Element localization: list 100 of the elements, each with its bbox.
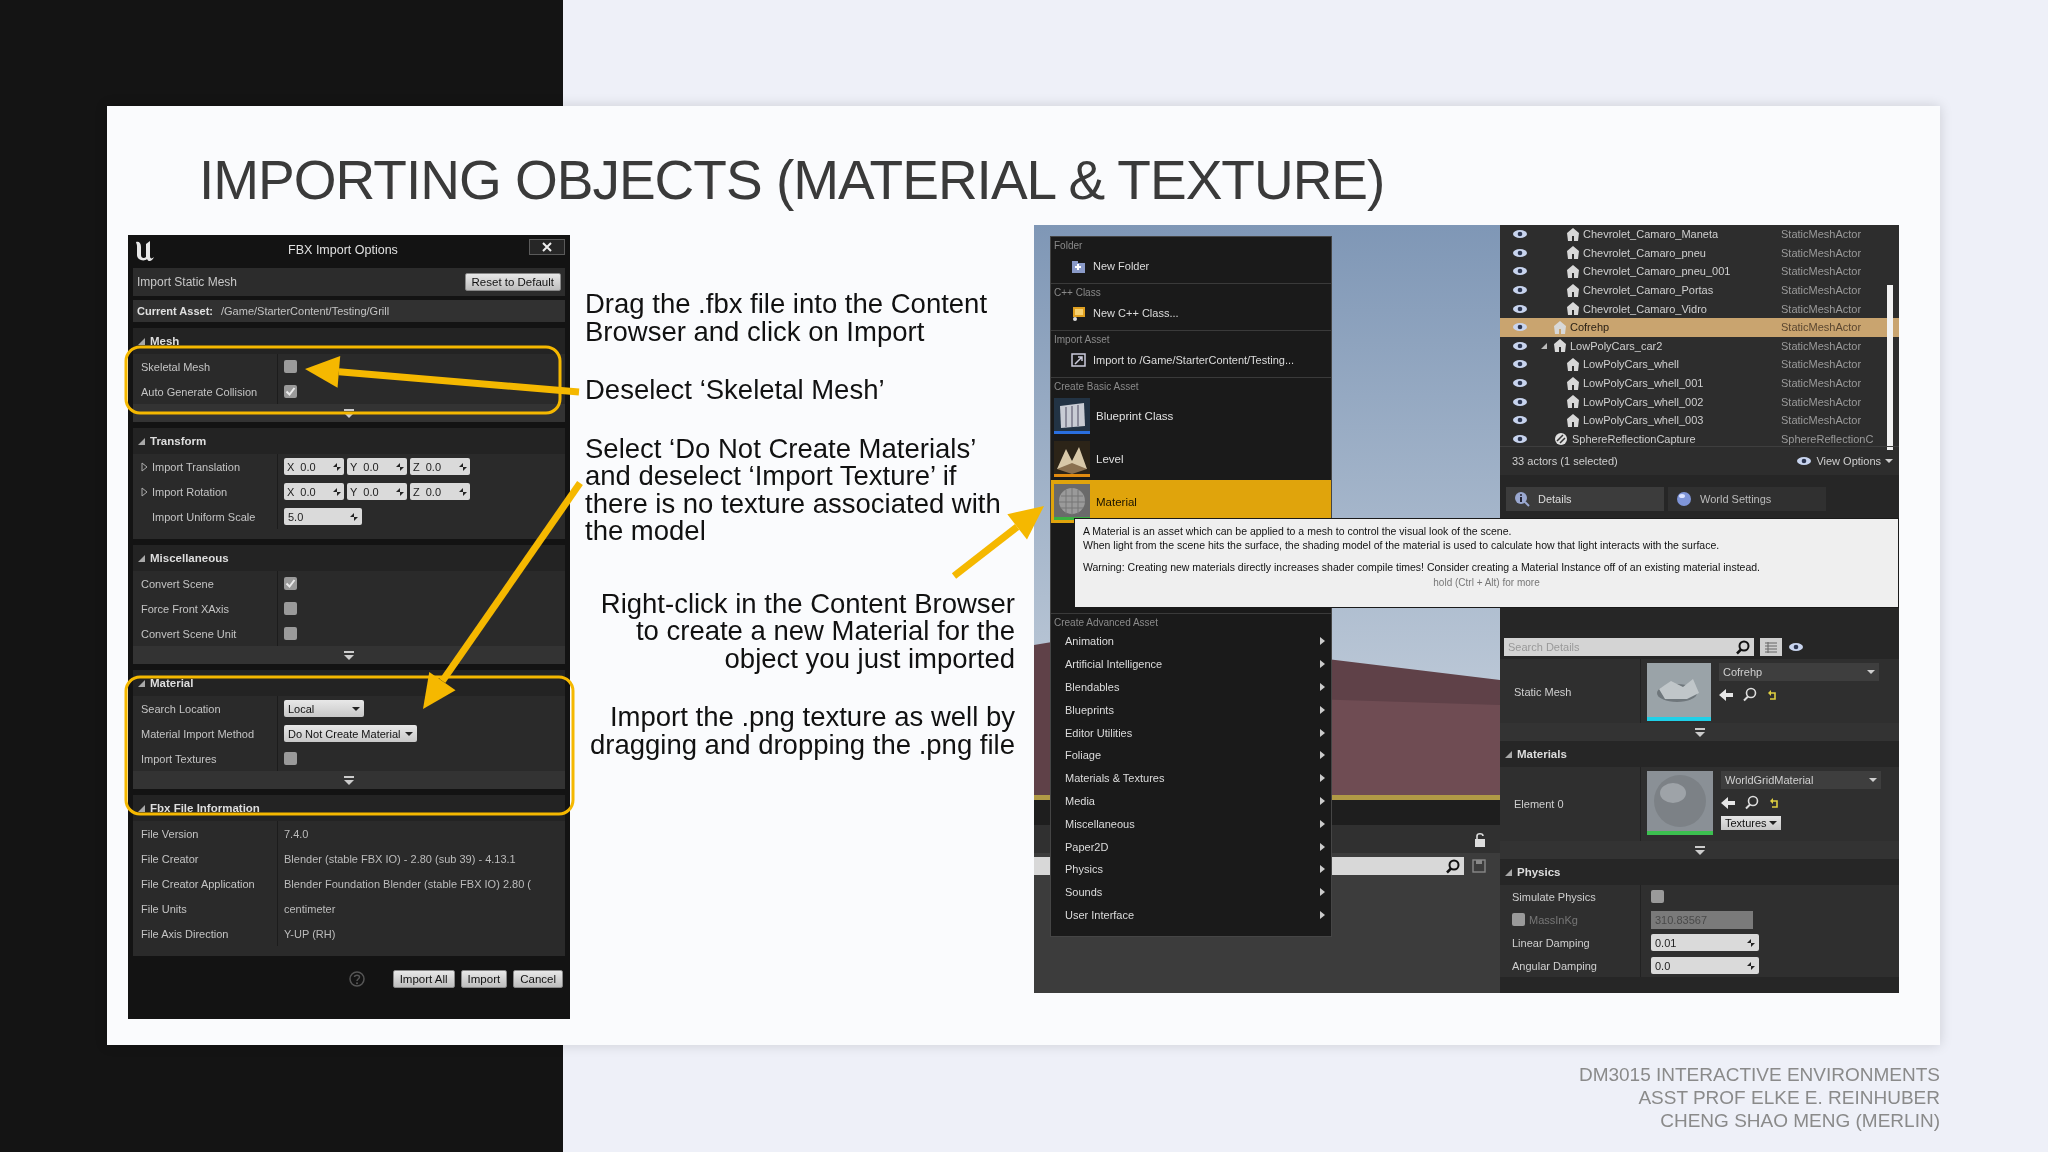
number-field[interactable]: 0.0	[1651, 957, 1759, 974]
number-field[interactable]: Z 0.0	[410, 458, 470, 475]
actor-type: StaticMeshActor	[1781, 395, 1862, 408]
outliner-row[interactable]: Chevrolet_Camaro_Portas StaticMeshActor	[1500, 280, 1899, 300]
menu-item[interactable]: New Folder	[1051, 253, 1331, 279]
dropdown-value: WorldGridMaterial	[1725, 774, 1814, 786]
checkbox[interactable]	[284, 360, 297, 373]
menu-item[interactable]: Physics	[1051, 857, 1331, 881]
dropdown[interactable]: Do Not Create Material	[284, 725, 417, 742]
level-icon	[1054, 440, 1090, 477]
submenu-arrow-icon	[1320, 637, 1325, 646]
submenu-arrow-icon	[1320, 774, 1325, 783]
checkbox[interactable]	[284, 385, 297, 398]
outliner-row[interactable]: LowPolyCars_whell_002 StaticMeshActor	[1500, 392, 1899, 411]
reset-button[interactable]: Reset to Default	[464, 273, 561, 291]
menu-item[interactable]: Sounds	[1051, 880, 1331, 904]
checkbox[interactable]	[284, 602, 297, 615]
checkbox[interactable]	[284, 627, 297, 640]
footer-text: CHENG SHAO MENG (MERLIN)	[1660, 1109, 1940, 1132]
list-view-button[interactable]	[1760, 638, 1782, 656]
caret-icon	[1885, 459, 1893, 463]
search-field[interactable]: Search Details	[1504, 638, 1754, 656]
actor-icon	[1567, 246, 1579, 260]
asset-dropdown[interactable]: WorldGridMaterial	[1721, 771, 1881, 789]
number-field[interactable]: Y 0.0	[347, 483, 407, 500]
outliner-row[interactable]: Chevrolet_Camaro_Maneta StaticMeshActor	[1500, 225, 1899, 244]
menu-item[interactable]: Import to /Game/StarterContent/Testing...	[1051, 347, 1331, 373]
menu-item[interactable]: Editor Utilities	[1051, 721, 1331, 744]
dialog-button[interactable]: Import	[460, 970, 508, 988]
menu-item[interactable]: Blueprint Class	[1051, 394, 1331, 437]
scrollbar[interactable]	[1887, 285, 1893, 450]
tab[interactable]: World Settings	[1668, 487, 1826, 511]
dialog-button[interactable]: Import All	[392, 970, 455, 988]
tab[interactable]: Details	[1506, 487, 1664, 511]
field-value: 5.0	[288, 510, 304, 523]
outliner-row[interactable]: SphereReflectionCapture SphereReflectionC	[1500, 429, 1899, 449]
property-value: centimeter	[284, 902, 336, 915]
dialog-button[interactable]: Cancel	[513, 970, 563, 988]
submenu-arrow-icon	[1320, 796, 1325, 805]
outliner-row[interactable]: LowPolyCars_car2 StaticMeshActor	[1500, 336, 1899, 356]
number-field[interactable]: 5.0	[284, 508, 362, 525]
actor-type: SphereReflectionC	[1781, 432, 1874, 445]
menu-item[interactable]: Blueprints	[1051, 698, 1331, 722]
outliner-row[interactable]: Chevrolet_Camaro_pneu_001 StaticMeshActor	[1500, 262, 1899, 281]
number-field[interactable]: Y 0.0	[347, 458, 407, 475]
outliner-row[interactable]: Chevrolet_Camaro_Vidro StaticMeshActor	[1500, 299, 1899, 318]
checkbox[interactable]	[284, 752, 297, 765]
outliner-row[interactable]: LowPolyCars_whell_001 StaticMeshActor	[1500, 373, 1899, 393]
field-value: 0.0	[363, 485, 380, 498]
annotation-text: Deselect ‘Skeletal Mesh’	[585, 376, 886, 404]
menu-item[interactable]: Foliage	[1051, 744, 1331, 767]
outliner-row[interactable]: LowPolyCars_whell StaticMeshActor	[1500, 355, 1899, 374]
menu-item[interactable]: Paper2D	[1051, 835, 1331, 858]
actor-name: Chevrolet_Camaro_Portas	[1583, 284, 1714, 297]
property-value: Blender Foundation Blender (stable FBX IO) 2.80 (	[284, 877, 532, 890]
field-value: 0.0	[300, 460, 317, 473]
section-header[interactable]: Miscellaneous	[133, 545, 565, 571]
eye-icon	[1512, 359, 1528, 370]
number-field[interactable]: Z 0.0	[410, 483, 470, 500]
view-options-button[interactable]: View Options	[1796, 455, 1893, 467]
menu-item[interactable]: User Interface	[1051, 903, 1331, 927]
actor-icon	[1554, 320, 1566, 334]
dropdown[interactable]: Local	[284, 700, 364, 717]
property-label: Import Rotation	[152, 485, 228, 498]
section-title: Mesh	[150, 335, 180, 347]
submenu-arrow-icon	[1320, 819, 1325, 828]
menu-item[interactable]: Artificial Intelligence	[1051, 652, 1331, 676]
menu-item[interactable]: Level	[1051, 437, 1331, 480]
menu-item[interactable]: Media	[1051, 789, 1331, 813]
reset-icon	[1767, 689, 1776, 700]
actor-type: StaticMeshActor	[1781, 414, 1862, 427]
textures-button[interactable]: Textures	[1721, 816, 1781, 830]
checkbox[interactable]	[284, 577, 297, 590]
asset-label: Current Asset:	[137, 305, 213, 317]
menu-item[interactable]: New C++ Class...	[1051, 300, 1331, 326]
number-field[interactable]: 0.01	[1651, 934, 1759, 951]
close-button[interactable]	[529, 239, 565, 255]
asset-dropdown[interactable]: Cofrehp	[1719, 663, 1879, 681]
section-header[interactable]: Transform	[133, 428, 565, 454]
outliner-row[interactable]: Cofrehp StaticMeshActor	[1500, 317, 1899, 337]
tooltip-hint: hold (Ctrl + Alt) for more	[1432, 576, 1541, 590]
submenu-arrow-icon	[1320, 865, 1325, 874]
menu-item[interactable]: Animation	[1051, 630, 1331, 653]
checkbox[interactable]	[1512, 913, 1525, 926]
checkbox[interactable]	[1651, 890, 1664, 903]
actor-icon	[1567, 413, 1579, 427]
outliner-row[interactable]: Chevrolet_Camaro_pneu StaticMeshActor	[1500, 243, 1899, 263]
menu-item[interactable]: Miscellaneous	[1051, 812, 1331, 836]
actor-type: StaticMeshActor	[1781, 246, 1862, 259]
actor-type: StaticMeshActor	[1781, 339, 1862, 352]
menu-item[interactable]: Materials & Textures	[1051, 766, 1331, 790]
outliner-row[interactable]: LowPolyCars_whell_003 StaticMeshActor	[1500, 410, 1899, 430]
menu-item[interactable]: Blendables	[1051, 675, 1331, 699]
submenu-arrow-icon	[1320, 660, 1325, 669]
eye-icon	[1788, 642, 1804, 652]
field-value: 0.0	[425, 485, 443, 498]
menu-section-heading: Import Asset	[1053, 333, 1111, 347]
number-field[interactable]: X 0.0	[284, 458, 344, 475]
number-field[interactable]: X 0.0	[284, 483, 344, 500]
actor-name: LowPolyCars_whell_003	[1583, 414, 1704, 427]
